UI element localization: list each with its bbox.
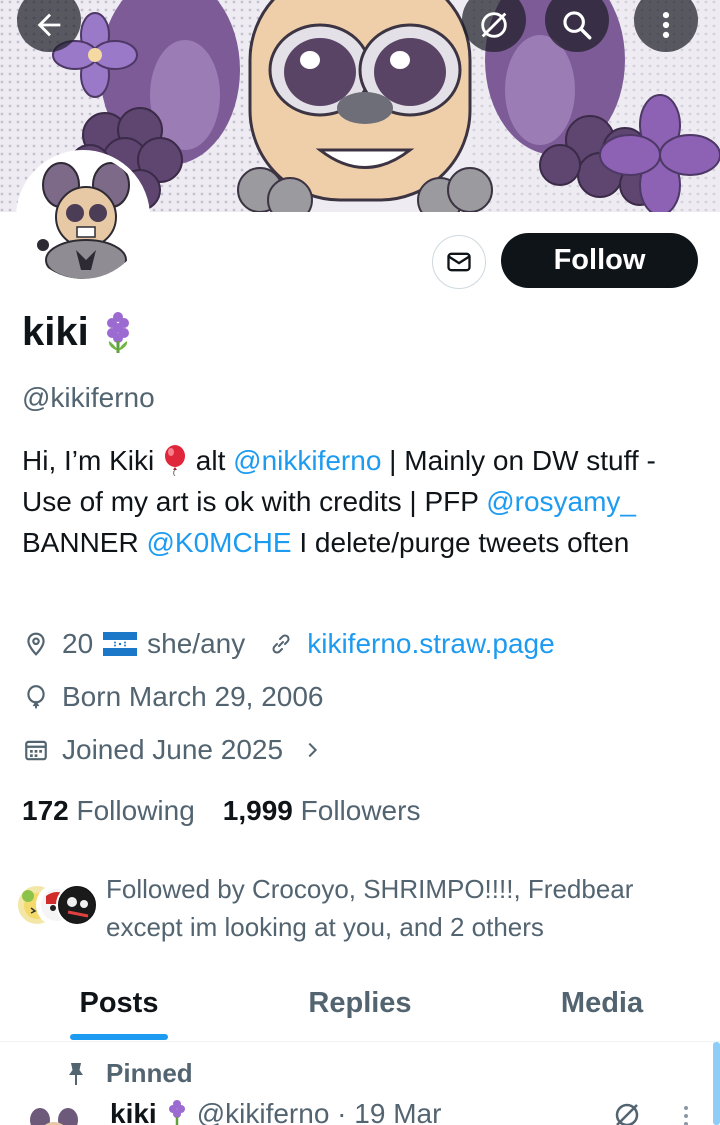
followed-by-avatars [16, 884, 100, 928]
more-vertical-icon [662, 11, 670, 39]
website-link[interactable]: kikiferno.straw.page [307, 628, 554, 660]
followers-count: 1,999 [222, 795, 293, 826]
active-tab-indicator [70, 1034, 168, 1040]
bio-text-4: BANNER [22, 527, 147, 558]
hyacinth-emoji-icon [168, 1100, 185, 1125]
joined-text: Joined June 2025 [62, 734, 284, 765]
more-vertical-icon[interactable] [676, 1104, 696, 1125]
display-name-text: kiki [22, 310, 89, 354]
bio-mention-k0mche[interactable]: @K0MCHE [146, 527, 291, 558]
balloon-outline-icon [22, 683, 50, 711]
following-count-link[interactable]: 172 Following [22, 795, 195, 827]
scrollbar[interactable] [713, 1042, 720, 1125]
follow-counts: 172 Following 1,999 Followers [22, 795, 420, 827]
display-name: kiki [22, 310, 133, 355]
envelope-icon [447, 252, 471, 272]
honduras-flag-icon [103, 632, 138, 656]
link-icon [267, 630, 295, 658]
location-pin-icon [22, 630, 50, 658]
followed-by-section[interactable]: Followed by Crocoyo, SHRIMPO!!!!, Fredbe… [16, 870, 706, 950]
followed-by-text: Followed by Crocoyo, SHRIMPO!!!!, Fredbe… [106, 874, 634, 942]
chevron-right-icon [308, 742, 318, 758]
profile-avatar[interactable] [16, 150, 150, 284]
message-button[interactable] [432, 235, 486, 289]
bio-mention-nikkiferno[interactable]: @nikkiferno [233, 445, 381, 476]
pinned-label: Pinned [106, 1058, 193, 1088]
profile-tabs: Posts Replies Media [0, 965, 720, 1042]
bio-text-1: Hi, I’m Kiki [22, 445, 162, 476]
post-header: kiki @kikiferno · 19 Mar [110, 1098, 441, 1125]
location-row: 20 she/any kikiferno.straw.page [22, 628, 555, 660]
followers-label: Followers [300, 795, 421, 826]
calendar-icon [22, 736, 50, 764]
joined-row[interactable]: Joined June 2025 [22, 734, 323, 766]
arrow-left-icon [37, 13, 61, 37]
grok-icon[interactable] [612, 1100, 642, 1125]
post-author-name[interactable]: kiki [110, 1098, 157, 1125]
grok-icon [481, 12, 507, 38]
pinned-label-row: Pinned [64, 1058, 193, 1089]
birthday-text: Born March 29, 2006 [62, 681, 324, 712]
following-label: Following [76, 795, 195, 826]
post-handle-date: @kikiferno · 19 Mar [196, 1098, 442, 1125]
bio-text-5: I delete/purge tweets often [291, 527, 630, 558]
pin-icon [69, 1062, 83, 1085]
tab-media[interactable]: Media [540, 965, 664, 1042]
location-text: 20 [62, 628, 94, 659]
tab-replies[interactable]: Replies [290, 965, 430, 1042]
profile-bio: Hi, I’m Kiki alt @nikkiferno | Mainly on… [22, 440, 702, 563]
search-icon [563, 11, 592, 40]
bio-mention-rosyamy[interactable]: @rosyamy_ [486, 486, 636, 517]
hyacinth-emoji-icon [106, 311, 129, 353]
balloon-emoji-icon [165, 445, 185, 477]
bio-text-2: alt [188, 445, 234, 476]
tab-posts[interactable]: Posts [60, 965, 178, 1042]
followers-count-link[interactable]: 1,999 Followers [223, 795, 421, 827]
pronouns-text: she/any [147, 628, 246, 659]
avatar-image [21, 155, 145, 279]
follow-button[interactable]: Follow [501, 233, 698, 288]
post-author-avatar[interactable] [22, 1098, 86, 1125]
following-count: 172 [22, 795, 69, 826]
birthday-row: Born March 29, 2006 [22, 681, 324, 713]
follower-avatar [56, 884, 98, 926]
profile-handle: @kikiferno [22, 382, 155, 413]
